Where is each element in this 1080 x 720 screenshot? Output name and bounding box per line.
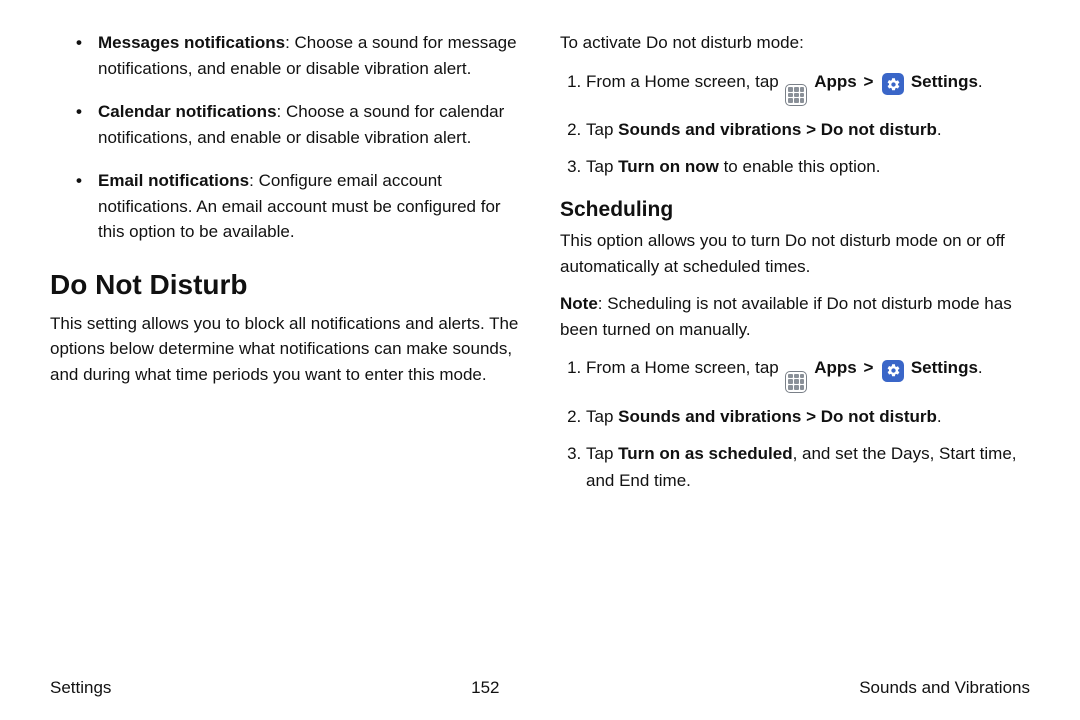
settings-icon bbox=[882, 360, 904, 382]
step-tail: . bbox=[978, 358, 983, 377]
footer-right: Sounds and Vibrations bbox=[859, 678, 1030, 698]
scheduling-description: This option allows you to turn Do not di… bbox=[560, 228, 1030, 279]
step-text: From a Home screen, tap bbox=[586, 72, 783, 91]
step-action: Turn on now bbox=[618, 157, 719, 176]
step-text: Tap bbox=[586, 157, 618, 176]
bullet-email: Email notifications: Configure email acc… bbox=[98, 168, 520, 245]
bullet-messages: Messages notifications: Choose a sound f… bbox=[98, 30, 520, 81]
footer-page-number: 152 bbox=[471, 678, 499, 698]
step-text: Tap bbox=[586, 407, 618, 426]
bullet-label: Calendar notifications bbox=[98, 102, 277, 121]
step-1: From a Home screen, tap Apps > Settings. bbox=[586, 68, 1030, 106]
step-text: From a Home screen, tap bbox=[586, 358, 783, 377]
dnd-description: This setting allows you to block all not… bbox=[50, 311, 520, 388]
step-path: Sounds and vibrations > Do not disturb bbox=[618, 120, 937, 139]
bullet-label: Email notifications bbox=[98, 171, 249, 190]
apps-label: Apps bbox=[814, 72, 857, 91]
left-column: Messages notifications: Choose a sound f… bbox=[50, 30, 520, 504]
step-tail: . bbox=[978, 72, 983, 91]
heading-do-not-disturb: Do Not Disturb bbox=[50, 269, 520, 301]
activate-intro: To activate Do not disturb mode: bbox=[560, 30, 1030, 56]
apps-icon bbox=[785, 371, 807, 393]
step-text: Tap bbox=[586, 120, 618, 139]
scheduling-steps: From a Home screen, tap Apps > Settings.… bbox=[560, 354, 1030, 494]
settings-label: Settings bbox=[911, 358, 978, 377]
bullet-label: Messages notifications bbox=[98, 33, 285, 52]
heading-scheduling: Scheduling bbox=[560, 198, 1030, 222]
breadcrumb-separator: > bbox=[863, 358, 873, 377]
step-tail: . bbox=[937, 407, 942, 426]
step-path: Sounds and vibrations > Do not disturb bbox=[618, 407, 937, 426]
settings-icon bbox=[882, 73, 904, 95]
step-2: Tap Sounds and vibrations > Do not distu… bbox=[586, 403, 1030, 430]
notification-bullets: Messages notifications: Choose a sound f… bbox=[50, 30, 520, 245]
step-1: From a Home screen, tap Apps > Settings. bbox=[586, 354, 1030, 392]
footer-left: Settings bbox=[50, 678, 111, 698]
settings-label: Settings bbox=[911, 72, 978, 91]
manual-page: Messages notifications: Choose a sound f… bbox=[0, 0, 1080, 720]
step-action: Turn on as scheduled bbox=[618, 444, 792, 463]
content-columns: Messages notifications: Choose a sound f… bbox=[50, 30, 1030, 504]
step-text: Tap bbox=[586, 444, 618, 463]
activate-steps: From a Home screen, tap Apps > Settings.… bbox=[560, 68, 1030, 181]
scheduling-note: Note: Scheduling is not available if Do … bbox=[560, 291, 1030, 342]
step-3: Tap Turn on now to enable this option. bbox=[586, 153, 1030, 180]
note-body: : Scheduling is not available if Do not … bbox=[560, 294, 1012, 339]
page-footer: Settings 152 Sounds and Vibrations bbox=[50, 672, 1030, 698]
breadcrumb-separator: > bbox=[863, 72, 873, 91]
step-tail: . bbox=[937, 120, 942, 139]
step-3: Tap Turn on as scheduled, and set the Da… bbox=[586, 440, 1030, 494]
apps-icon bbox=[785, 84, 807, 106]
step-tail: to enable this option. bbox=[719, 157, 881, 176]
right-column: To activate Do not disturb mode: From a … bbox=[560, 30, 1030, 504]
apps-label: Apps bbox=[814, 358, 857, 377]
note-label: Note bbox=[560, 294, 598, 313]
step-2: Tap Sounds and vibrations > Do not distu… bbox=[586, 116, 1030, 143]
bullet-calendar: Calendar notifications: Choose a sound f… bbox=[98, 99, 520, 150]
